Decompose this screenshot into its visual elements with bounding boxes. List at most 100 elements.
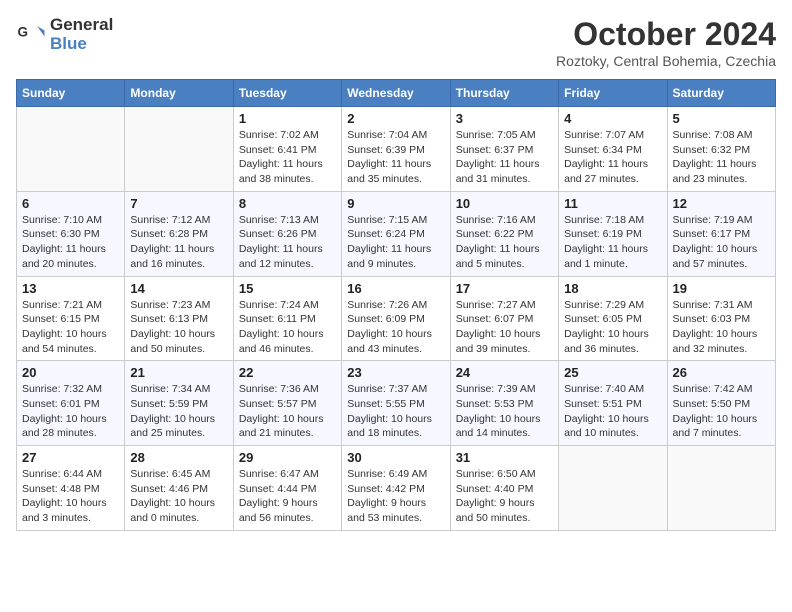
sunset: Sunset: 6:03 PM xyxy=(673,313,751,325)
sunset: Sunset: 6:39 PM xyxy=(347,144,425,156)
calendar-cell: 30 Sunrise: 6:49 AMSunset: 4:42 PMDayligh… xyxy=(342,446,450,531)
sunset: Sunset: 5:50 PM xyxy=(673,398,751,410)
weekday-header-saturday: Saturday xyxy=(667,80,775,107)
sunrise: Sunrise: 7:04 AM xyxy=(347,129,427,141)
calendar-cell: 18Sunrise: 7:29 AMSunset: 6:05 PMDayligh… xyxy=(559,276,667,361)
day-number: 10 xyxy=(456,196,553,211)
daylight: Daylight: 10 hours and 7 minutes. xyxy=(673,413,758,440)
day-content: Sunrise: 7:13 AMSunset: 6:26 PMDaylight:… xyxy=(239,213,336,272)
sunrise: Sunrise: 7:39 AM xyxy=(456,383,536,395)
calendar-cell xyxy=(17,107,125,192)
daylight: Daylight: 9 hours and 53 minutes. xyxy=(347,497,426,524)
sunrise: Sunrise: 6:44 AM xyxy=(22,468,102,480)
svg-text:G: G xyxy=(18,24,29,39)
day-number: 20 xyxy=(22,365,119,380)
sunrise: Sunrise: 7:18 AM xyxy=(564,214,644,226)
calendar-cell: 5Sunrise: 7:08 AMSunset: 6:32 PMDaylight… xyxy=(667,107,775,192)
calendar-table: SundayMondayTuesdayWednesdayThursdayFrid… xyxy=(16,79,776,531)
sunset: Sunset: 6:15 PM xyxy=(22,313,100,325)
logo-icon: G xyxy=(16,20,46,50)
day-content: Sunrise: 7:16 AMSunset: 6:22 PMDaylight:… xyxy=(456,213,553,272)
sunrise: Sunrise: 7:26 AM xyxy=(347,299,427,311)
daylight: Daylight: 10 hours and 36 minutes. xyxy=(564,328,649,355)
weekday-header-wednesday: Wednesday xyxy=(342,80,450,107)
title-section: October 2024 Roztoky, Central Bohemia, C… xyxy=(556,16,776,69)
day-content: Sunrise: 6:49 AMSunset: 4:42 PMDaylight:… xyxy=(347,467,444,526)
day-content: Sunrise: 7:18 AMSunset: 6:19 PMDaylight:… xyxy=(564,213,661,272)
sunset: Sunset: 5:51 PM xyxy=(564,398,642,410)
sunset: Sunset: 4:40 PM xyxy=(456,483,534,495)
calendar-cell: 4Sunrise: 7:07 AMSunset: 6:34 PMDaylight… xyxy=(559,107,667,192)
weekday-header-tuesday: Tuesday xyxy=(233,80,341,107)
day-number: 14 xyxy=(130,281,227,296)
sunrise: Sunrise: 6:47 AM xyxy=(239,468,319,480)
calendar-cell: 7Sunrise: 7:12 AMSunset: 6:28 PMDaylight… xyxy=(125,191,233,276)
daylight: Daylight: 10 hours and 50 minutes. xyxy=(130,328,215,355)
sunrise: Sunrise: 7:42 AM xyxy=(673,383,753,395)
sunrise: Sunrise: 7:29 AM xyxy=(564,299,644,311)
sunrise: Sunrise: 7:02 AM xyxy=(239,129,319,141)
calendar-cell: 21Sunrise: 7:34 AMSunset: 5:59 PMDayligh… xyxy=(125,361,233,446)
sunset: Sunset: 6:34 PM xyxy=(564,144,642,156)
day-content: Sunrise: 7:24 AMSunset: 6:11 PMDaylight:… xyxy=(239,298,336,357)
sunset: Sunset: 6:41 PM xyxy=(239,144,317,156)
day-number: 30 xyxy=(347,450,444,465)
day-content: Sunrise: 7:42 AM Sunset: 5:50 PM Daylight:… xyxy=(673,382,770,441)
day-number: 16 xyxy=(347,281,444,296)
calendar-cell: 13Sunrise: 7:21 AMSunset: 6:15 PMDayligh… xyxy=(17,276,125,361)
daylight: Daylight: 10 hours and 3 minutes. xyxy=(22,497,107,524)
day-content: Sunrise: 6:45 AMSunset: 4:46 PMDaylight:… xyxy=(130,467,227,526)
daylight: Daylight: 10 hours and 10 minutes. xyxy=(564,413,649,440)
day-number: 24 xyxy=(456,365,553,380)
sunset: Sunset: 6:13 PM xyxy=(130,313,208,325)
calendar-cell: 31Sunrise: 6:50 AMSunset: 4:40 PMDayligh… xyxy=(450,446,558,531)
day-number: 2 xyxy=(347,111,444,126)
day-content: Sunrise: 7:07 AMSunset: 6:34 PMDaylight:… xyxy=(564,128,661,187)
sunrise: Sunrise: 7:12 AM xyxy=(130,214,210,226)
daylight: Daylight: 11 hours and 5 minutes. xyxy=(456,243,540,270)
sunrise: Sunrise: 6:49 AM xyxy=(347,468,427,480)
weekday-header-friday: Friday xyxy=(559,80,667,107)
month-title: October 2024 xyxy=(556,16,776,53)
sunrise: Sunrise: 7:19 AM xyxy=(673,214,753,226)
sunset: Sunset: 6:05 PM xyxy=(564,313,642,325)
day-number: 31 xyxy=(456,450,553,465)
day-number: 12 xyxy=(673,196,770,211)
logo-line1: General xyxy=(50,16,113,35)
day-number: 7 xyxy=(130,196,227,211)
sunrise: Sunrise: 7:15 AM xyxy=(347,214,427,226)
day-number: 8 xyxy=(239,196,336,211)
sunrise: Sunrise: 7:40 AM xyxy=(564,383,644,395)
day-content: Sunrise: 7:02 AMSunset: 6:41 PMDaylight:… xyxy=(239,128,336,187)
sunset: Sunset: 4:44 PM xyxy=(239,483,317,495)
daylight: Daylight: 10 hours and 32 minutes. xyxy=(673,328,758,355)
daylight: Daylight: 10 hours and 28 minutes. xyxy=(22,413,107,440)
calendar-cell: 29Sunrise: 6:47 AMSunset: 4:44 PMDayligh… xyxy=(233,446,341,531)
sunset: Sunset: 6:26 PM xyxy=(239,228,317,240)
day-content: Sunrise: 7:21 AMSunset: 6:15 PMDaylight:… xyxy=(22,298,119,357)
calendar-cell: 14Sunrise: 7:23 AMSunset: 6:13 PMDayligh… xyxy=(125,276,233,361)
day-content: Sunrise: 7:05 AMSunset: 6:37 PMDaylight:… xyxy=(456,128,553,187)
sunset: Sunset: 6:07 PM xyxy=(456,313,534,325)
calendar-cell: 9Sunrise: 7:15 AMSunset: 6:24 PMDaylight… xyxy=(342,191,450,276)
day-number: 1 xyxy=(239,111,336,126)
day-content: Sunrise: 7:36 AMSunset: 5:57 PMDaylight:… xyxy=(239,382,336,441)
daylight: Daylight: 11 hours and 9 minutes. xyxy=(347,243,431,270)
calendar-cell: 27Sunrise: 6:44 AMSunset: 4:48 PMDayligh… xyxy=(17,446,125,531)
daylight: Daylight: 11 hours and 12 minutes. xyxy=(239,243,323,270)
calendar-cell: 11Sunrise: 7:18 AMSunset: 6:19 PMDayligh… xyxy=(559,191,667,276)
calendar-cell: 28 Sunrise: 6:45 AMSunset: 4:46 PMDayligh… xyxy=(125,446,233,531)
calendar-cell: 24Sunrise: 7:39 AMSunset: 5:53 PMDayligh… xyxy=(450,361,558,446)
calendar-cell xyxy=(125,107,233,192)
day-number: 28 xyxy=(130,450,227,465)
daylight: Daylight: 11 hours and 27 minutes. xyxy=(564,158,648,185)
sunset: Sunset: 6:37 PM xyxy=(456,144,534,156)
calendar-cell: 23Sunrise: 7:37 AMSunset: 5:55 PMDayligh… xyxy=(342,361,450,446)
day-content: Sunrise: 7:31 AMSunset: 6:03 PMDaylight:… xyxy=(673,298,770,357)
day-content: Sunrise: 6:47 AMSunset: 4:44 PMDaylight:… xyxy=(239,467,336,526)
daylight: Daylight: 11 hours and 35 minutes. xyxy=(347,158,431,185)
daylight: Daylight: 11 hours and 16 minutes. xyxy=(130,243,214,270)
weekday-header-thursday: Thursday xyxy=(450,80,558,107)
sunrise: Sunrise: 7:05 AM xyxy=(456,129,536,141)
day-number: 27 xyxy=(22,450,119,465)
